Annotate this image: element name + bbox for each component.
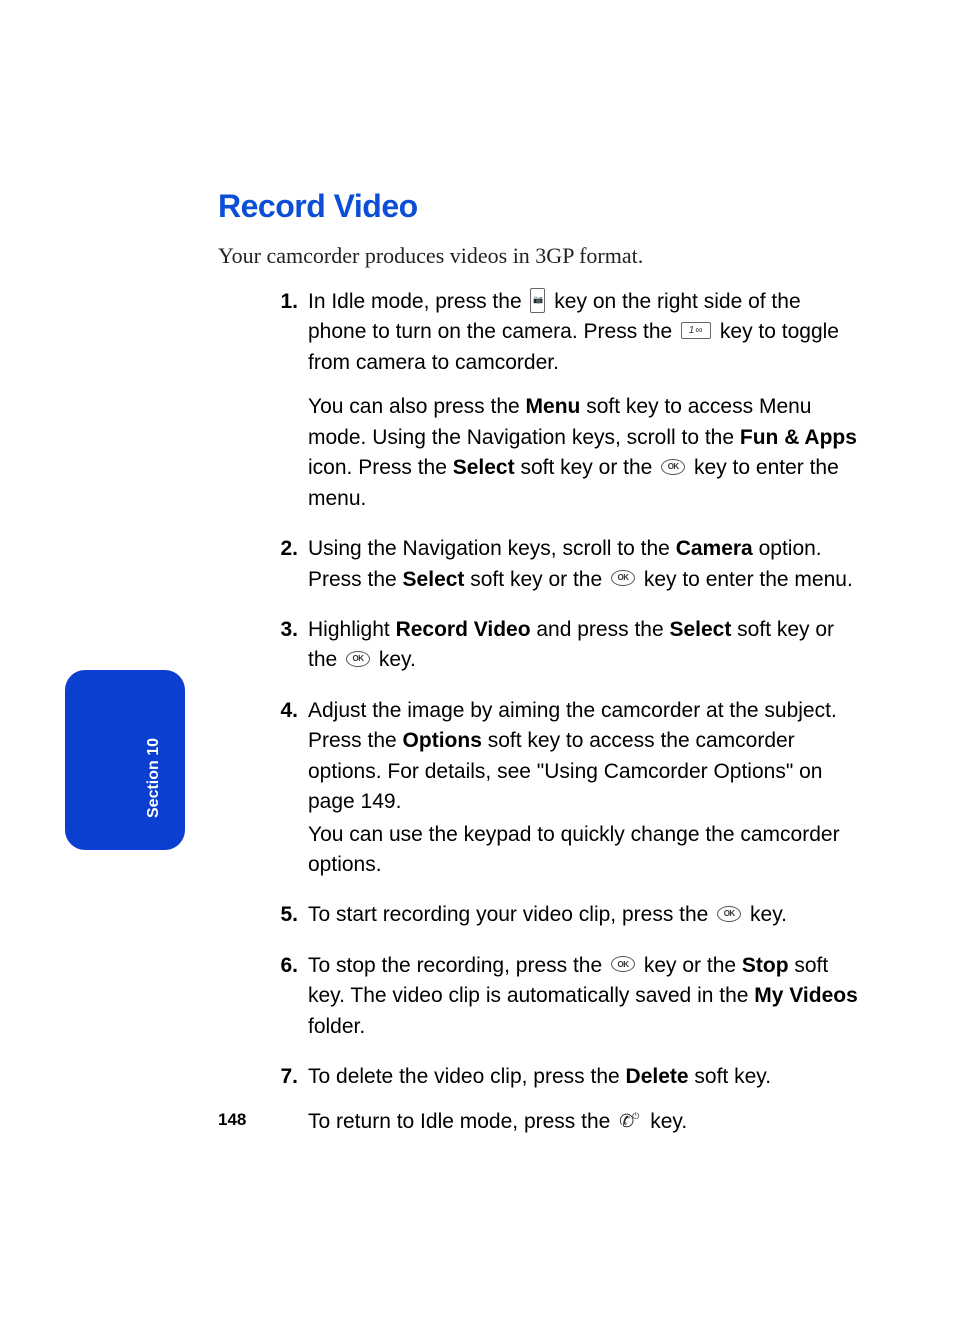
step-text: To start recording your video clip, pres…: [308, 903, 787, 926]
step-5: 5. To start recording your video clip, p…: [270, 900, 858, 930]
step-text: To delete the video clip, press the Dele…: [308, 1065, 771, 1088]
step-text: In Idle mode, press the key on the right…: [308, 290, 839, 374]
section-tab-label: Section 10: [145, 738, 163, 818]
ok-key-icon: OK: [611, 956, 635, 972]
step-4: 4. Adjust the image by aiming the camcor…: [270, 696, 858, 881]
step-text: Highlight Record Video and press the Sel…: [308, 618, 834, 671]
step-subparagraph: You can also press the Menu soft key to …: [308, 392, 858, 514]
step-text: Adjust the image by aiming the camcorder…: [308, 699, 837, 813]
step-number: 5.: [270, 900, 298, 930]
ok-key-icon: OK: [611, 570, 635, 586]
step-text: Using the Navigation keys, scroll to the…: [308, 537, 853, 590]
step-number: 1.: [270, 287, 298, 317]
end-key-icon: ✆⏻: [619, 1112, 641, 1130]
one-key-icon: 1∞: [681, 322, 711, 339]
step-1: 1. In Idle mode, press the key on the ri…: [270, 287, 858, 514]
page-number: 148: [218, 1110, 246, 1130]
step-text: To stop the recording, press the OK key …: [308, 954, 858, 1038]
steps-list: 1. In Idle mode, press the key on the ri…: [218, 287, 858, 1137]
ok-key-icon: OK: [717, 906, 741, 922]
step-number: 7.: [270, 1062, 298, 1092]
content-area: Record Video Your camcorder produces vid…: [218, 188, 858, 1157]
camera-key-icon: [530, 288, 545, 313]
step-subparagraph: You can use the keypad to quickly change…: [308, 820, 858, 881]
step-number: 2.: [270, 534, 298, 564]
step-6: 6. To stop the recording, press the OK k…: [270, 951, 858, 1042]
page-title: Record Video: [218, 188, 858, 225]
step-number: 6.: [270, 951, 298, 981]
section-tab: Section 10: [65, 670, 185, 850]
intro-text: Your camcorder produces videos in 3GP fo…: [218, 243, 858, 269]
ok-key-icon: OK: [346, 651, 370, 667]
ok-key-icon: OK: [661, 459, 685, 475]
step-number: 4.: [270, 696, 298, 726]
step-7: 7. To delete the video clip, press the D…: [270, 1062, 858, 1137]
step-3: 3. Highlight Record Video and press the …: [270, 615, 858, 676]
step-2: 2. Using the Navigation keys, scroll to …: [270, 534, 858, 595]
page: Section 10 Record Video Your camcorder p…: [0, 0, 954, 1319]
step-subparagraph: To return to Idle mode, press the ✆⏻ key…: [308, 1107, 858, 1137]
step-number: 3.: [270, 615, 298, 645]
